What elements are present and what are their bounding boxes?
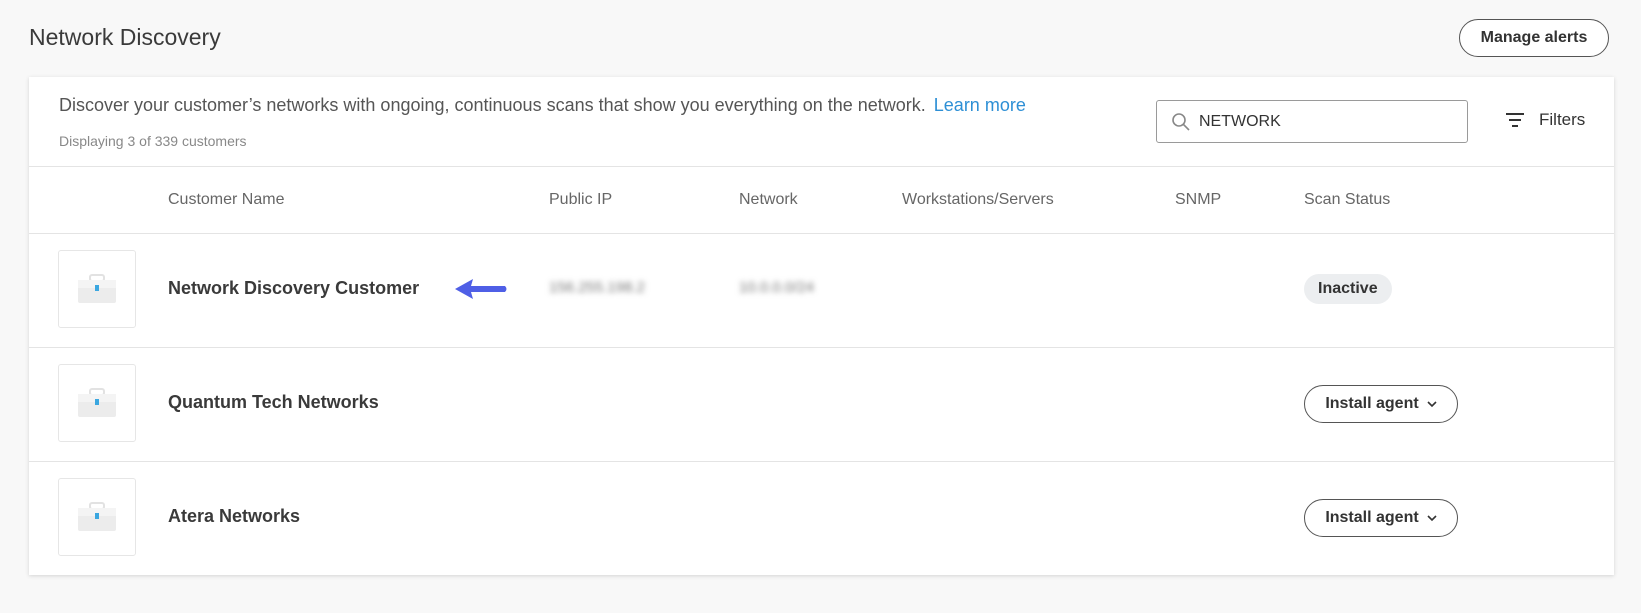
customer-name[interactable]: Atera Networks [168,506,300,527]
briefcase-icon [78,274,116,303]
column-header-workstations-servers[interactable]: Workstations/Servers [902,191,1054,209]
search-box[interactable] [1156,100,1468,143]
public-ip-value: 156.255.198.2 [549,279,645,296]
table-row[interactable]: Atera Networks Install agent [29,462,1614,575]
manage-alerts-button[interactable]: Manage alerts [1459,19,1609,57]
page-title: Network Discovery [29,24,221,50]
install-agent-button[interactable]: Install agent [1304,385,1458,423]
briefcase-icon [78,388,116,417]
column-header-scan-status[interactable]: Scan Status [1304,191,1390,209]
column-header-network[interactable]: Network [739,191,798,209]
briefcase-icon [78,502,116,531]
customer-count: Displaying 3 of 339 customers [59,133,247,149]
chevron-down-icon [1427,400,1437,407]
install-agent-button[interactable]: Install agent [1304,499,1458,537]
install-agent-label: Install agent [1325,509,1419,526]
table-header: Customer Name Public IP Network Workstat… [29,167,1614,234]
network-value: 10.0.0.0/24 [739,279,815,296]
network-discovery-card: Discover your customer’s networks with o… [29,77,1614,575]
customer-logo [58,364,136,442]
search-icon [1172,112,1190,131]
customer-name[interactable]: Quantum Tech Networks [168,392,379,413]
intro-description: Discover your customer’s networks with o… [59,95,926,115]
customer-logo [58,250,136,328]
customer-name[interactable]: Network Discovery Customer [168,278,419,299]
filters-button[interactable]: Filters [1505,105,1585,135]
filter-icon [1506,113,1524,127]
filters-label: Filters [1539,110,1586,129]
customer-logo [58,478,136,556]
column-header-customer-name[interactable]: Customer Name [168,191,284,209]
table-row[interactable]: Network Discovery Customer 156.255.198.2… [29,234,1614,347]
status-badge: Inactive [1304,274,1392,304]
table-row[interactable]: Quantum Tech Networks Install agent [29,348,1614,461]
arrow-left-icon [455,279,507,299]
install-agent-label: Install agent [1325,395,1419,412]
chevron-down-icon [1427,514,1437,521]
column-header-snmp[interactable]: SNMP [1175,191,1221,209]
intro-text: Discover your customer’s networks with o… [59,95,1026,116]
search-input[interactable] [1199,112,1449,131]
column-header-public-ip[interactable]: Public IP [549,191,612,209]
learn-more-link[interactable]: Learn more [934,95,1026,115]
